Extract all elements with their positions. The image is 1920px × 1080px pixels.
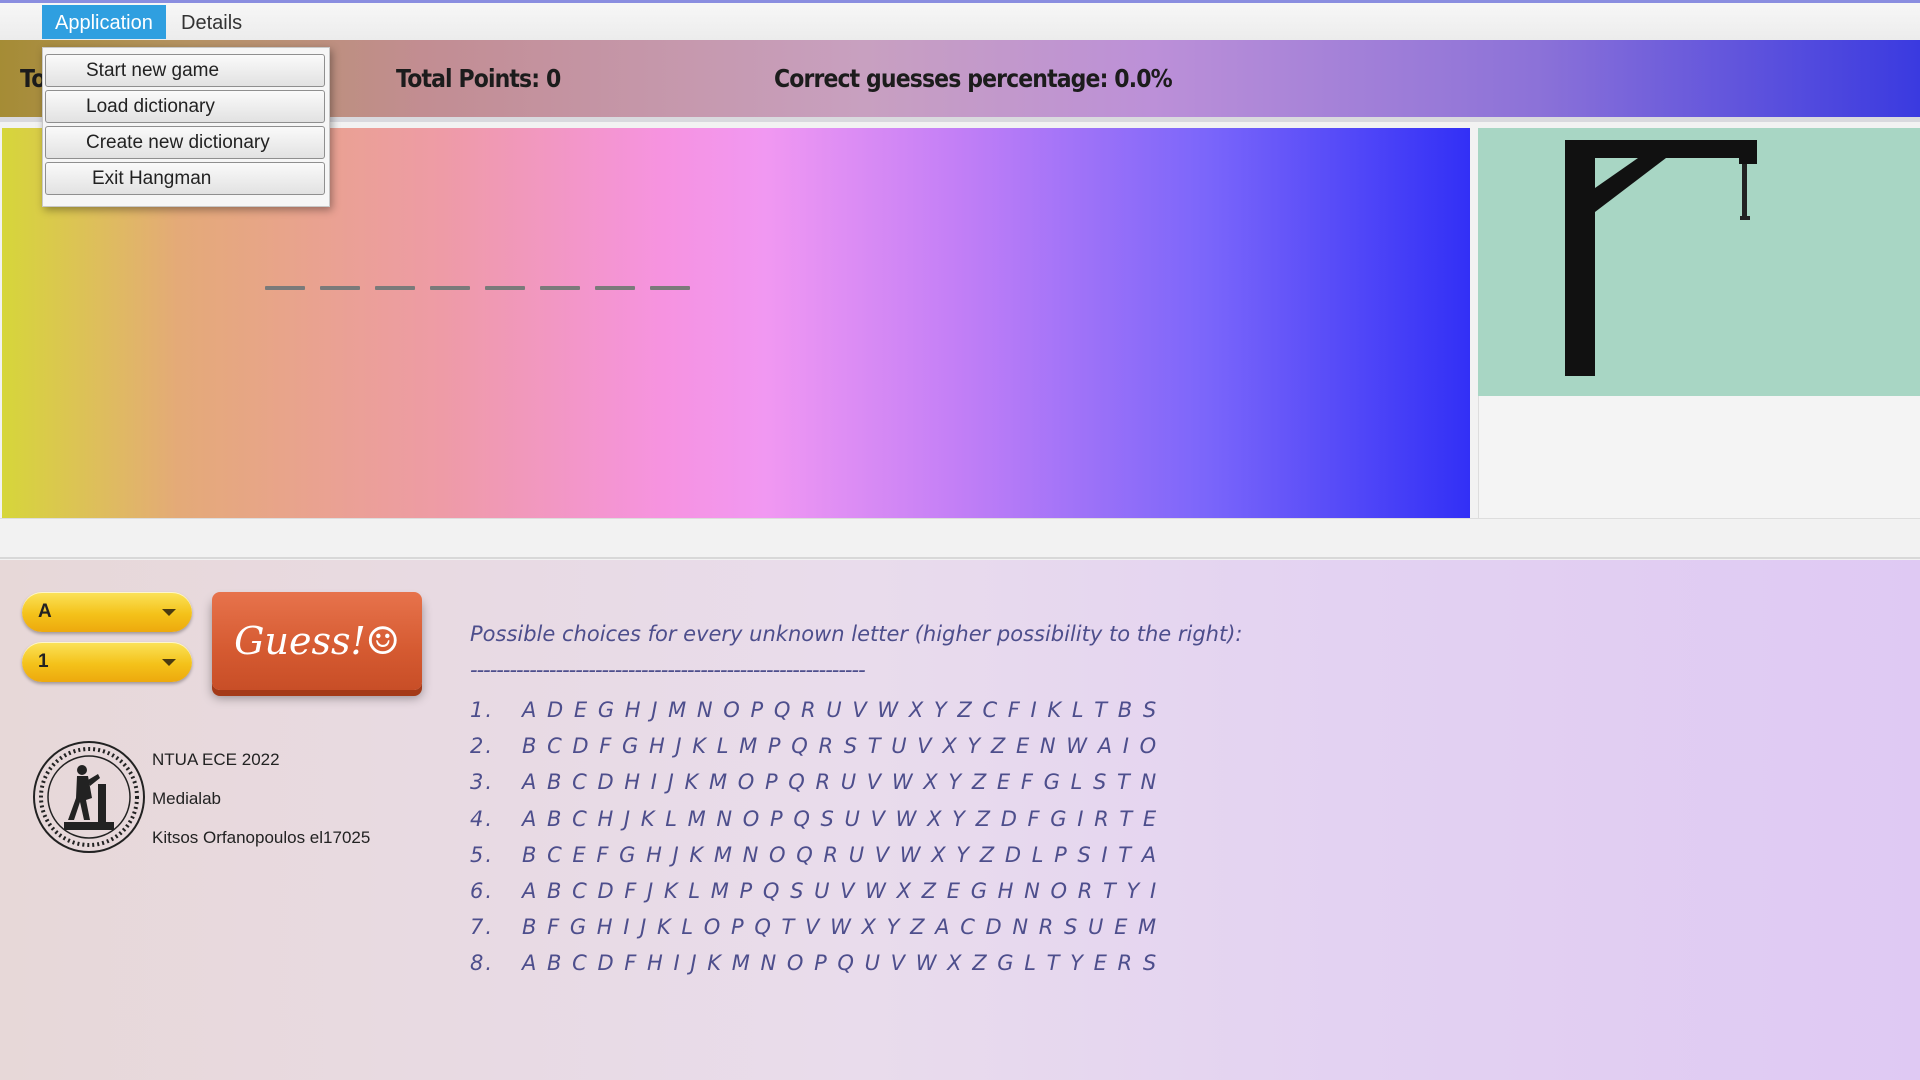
status-strip	[0, 518, 1920, 559]
credit-author: Kitsos Orfanopoulos el17025	[152, 828, 371, 847]
possibility-row-letters: A D E G H J M N O P Q R U V W X Y Z C F …	[522, 698, 1159, 722]
chevron-down-icon	[162, 659, 176, 666]
possibility-row: 7. B F G H I J K L O P Q T V W X Y Z A C …	[470, 915, 1158, 939]
letter-slot	[650, 286, 690, 290]
possibility-row: 4. A B C H J K L M N O P Q S U V W X Y Z …	[470, 807, 1158, 831]
menu-application[interactable]: Application	[42, 5, 166, 39]
menu-details[interactable]: Details	[168, 5, 255, 39]
possibility-row: 6. A B C D F J K L M P Q S U V W X Z E G …	[470, 879, 1158, 903]
letter-slot	[595, 286, 635, 290]
possibility-row-letters: A B C D H I J K M O P Q R U V W X Y Z E …	[522, 770, 1159, 795]
possibility-row-number: 4.	[470, 806, 495, 831]
chevron-down-icon	[162, 609, 176, 616]
possibility-row-letters: B C D F G H J K L M P Q R S T U V X Y Z …	[522, 734, 1159, 759]
possibility-row-letters: A B C D F J K L M P Q S U V W X Z E G H …	[522, 879, 1159, 903]
hidden-word	[265, 286, 690, 290]
hangman-status-area	[1478, 396, 1920, 518]
possibility-row-number: 3.	[470, 770, 495, 795]
possibility-row-number: 1.	[470, 698, 495, 722]
letter-slot	[320, 286, 360, 290]
credit-course: Medialab	[152, 789, 221, 808]
possibilities-separator: ----------------------------------------…	[470, 658, 866, 682]
possibility-row: 5. B C E F G H J K M N O Q R U V W X Y Z …	[470, 843, 1158, 867]
possibility-row-number: 2.	[470, 734, 495, 759]
possibility-row-letters: B C E F G H J K M N O Q R U V W X Y Z D …	[522, 842, 1159, 867]
letter-slot	[375, 286, 415, 290]
possibility-row-letters: A B C H J K L M N O P Q S U V W X Y Z D …	[522, 806, 1159, 831]
possibilities-title: Possible choices for every unknown lette…	[470, 622, 1243, 646]
letter-select[interactable]: A	[22, 592, 192, 632]
possibility-row: 8. A B C D F H I J K M N O P Q U V W X Z …	[470, 951, 1158, 975]
possibilities-panel: Possible choices for every unknown lette…	[470, 622, 1243, 975]
possibility-row-number: 8.	[470, 951, 495, 976]
possibility-row-letters: A B C D F H I J K M N O P Q U V W X Z G …	[522, 951, 1159, 976]
menu-item-load-dictionary[interactable]: Load dictionary	[45, 90, 325, 123]
letter-slot	[485, 286, 525, 290]
menu-item-exit-hangman[interactable]: Exit Hangman	[45, 162, 325, 195]
application-menu-dropdown: Start new game Load dictionary Create ne…	[42, 47, 330, 207]
possibility-row: 2. B C D F G H J K L M P Q R S T U V X Y …	[470, 734, 1158, 758]
letter-slot	[265, 286, 305, 290]
possibility-row-number: 7.	[470, 915, 495, 940]
ntua-seal-icon	[33, 741, 145, 853]
credit-school: NTUA ECE 2022	[152, 750, 280, 769]
correct-guesses-percentage-stat: Correct guesses percentage: 0.0%	[774, 64, 1173, 93]
menu-bar: Application Details	[0, 0, 1920, 40]
total-points-stat: Total Points: 0	[396, 64, 561, 93]
possibility-row-number: 6.	[470, 879, 495, 903]
controls-area: A 1 Guess!☺ NTUA ECE 2022 Medialab Kitso…	[0, 560, 1920, 1080]
position-select-value: 1	[38, 651, 49, 672]
guess-button[interactable]: Guess!☺	[212, 592, 422, 690]
menu-item-create-new-dictionary[interactable]: Create new dictionary	[45, 126, 325, 159]
hangman-panel	[1478, 128, 1920, 396]
possibility-row-letters: B F G H I J K L O P Q T V W X Y Z A C D …	[522, 915, 1159, 940]
possibility-row-number: 5.	[470, 842, 495, 867]
letter-slot	[430, 286, 470, 290]
possibility-row: 3. A B C D H I J K M O P Q R U V W X Y Z …	[470, 770, 1158, 794]
letter-select-value: A	[38, 601, 52, 622]
possibility-row: 1. A D E G H J M N O P Q R U V W X Y Z C …	[470, 698, 1158, 722]
letter-slot	[540, 286, 580, 290]
gallows-icon	[1565, 140, 1757, 376]
position-select[interactable]: 1	[22, 642, 192, 682]
menu-item-start-new-game[interactable]: Start new game	[45, 54, 325, 87]
